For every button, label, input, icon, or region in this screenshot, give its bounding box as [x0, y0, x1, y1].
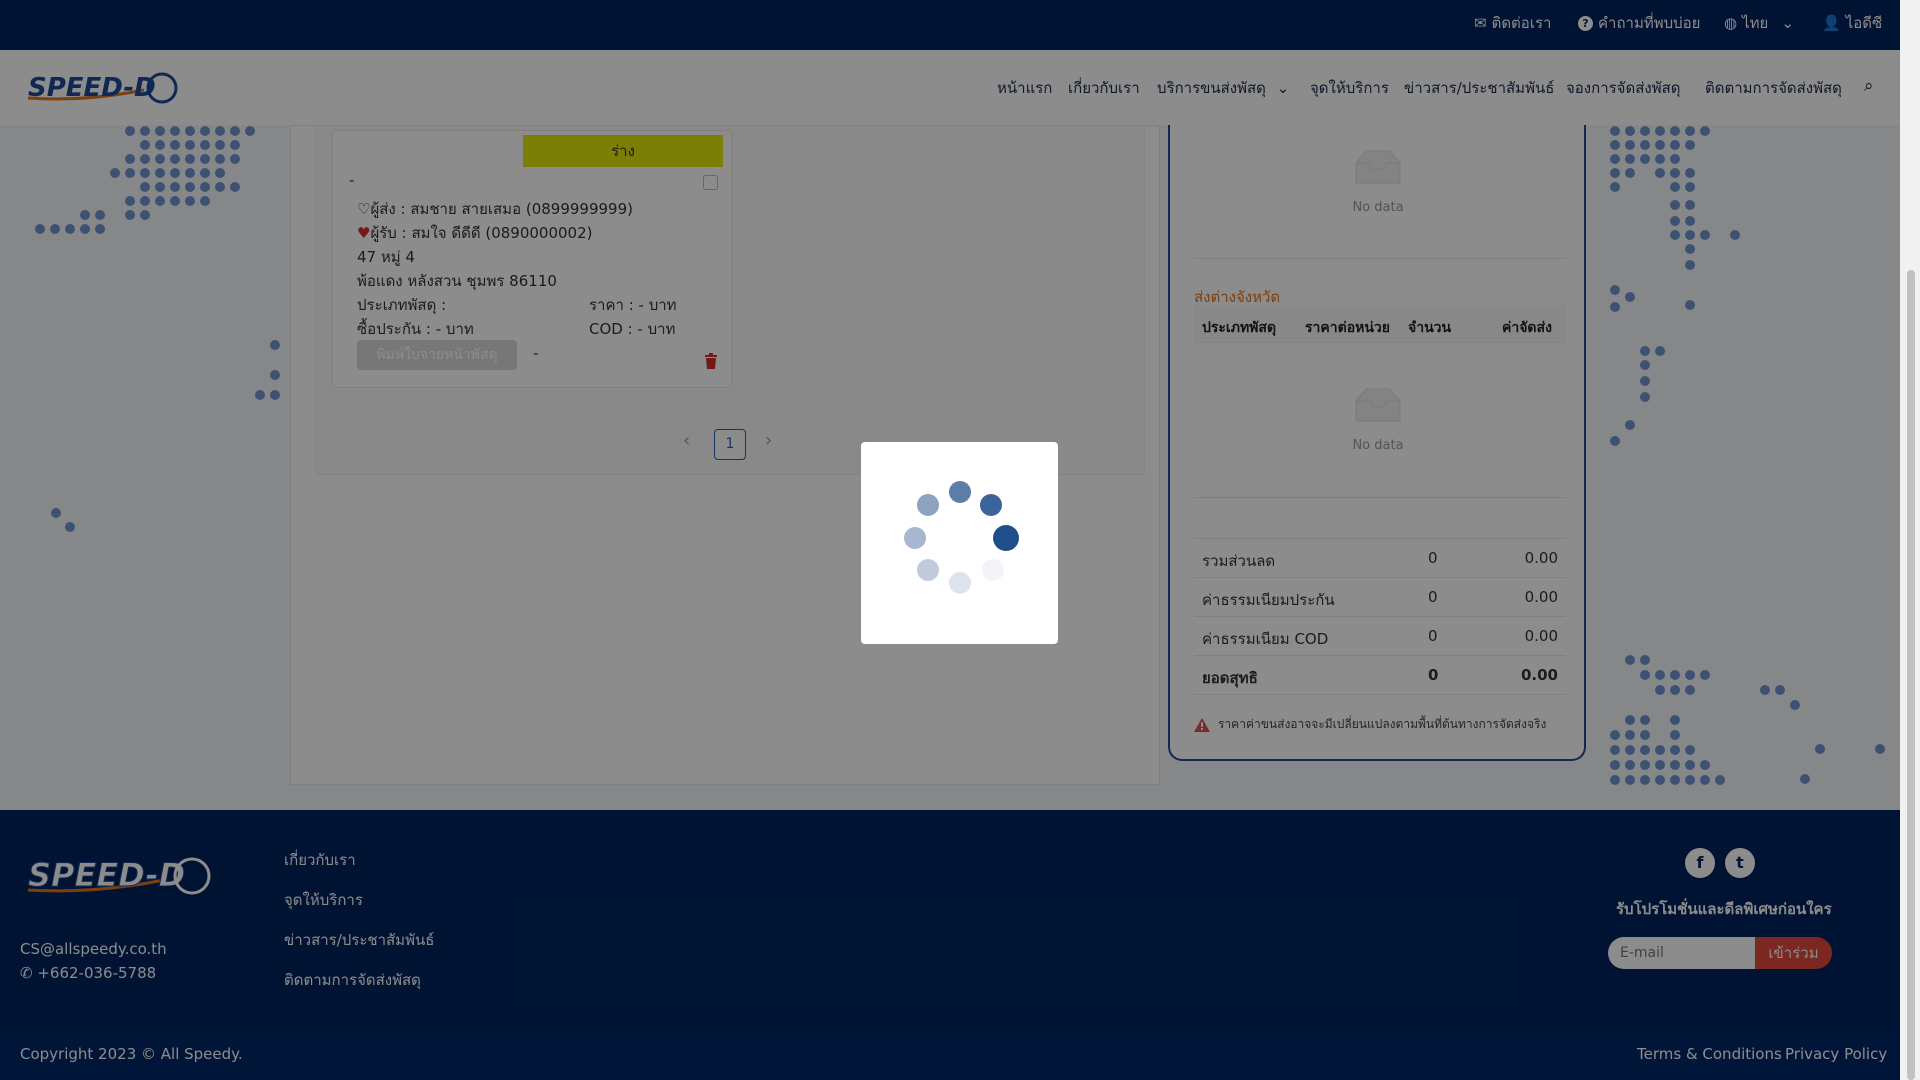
spinner-dot — [917, 494, 939, 516]
spinner-dot — [993, 525, 1019, 551]
scrollbar-thumb[interactable] — [1907, 270, 1915, 1080]
spinner-dot — [982, 559, 1004, 581]
spinner-dot — [949, 572, 971, 594]
spinner-dot — [949, 481, 971, 503]
spinner-dot — [904, 527, 926, 549]
spinner-dot — [917, 559, 939, 581]
spinner-dot — [980, 494, 1002, 516]
loading-spinner-dialog — [861, 442, 1058, 644]
